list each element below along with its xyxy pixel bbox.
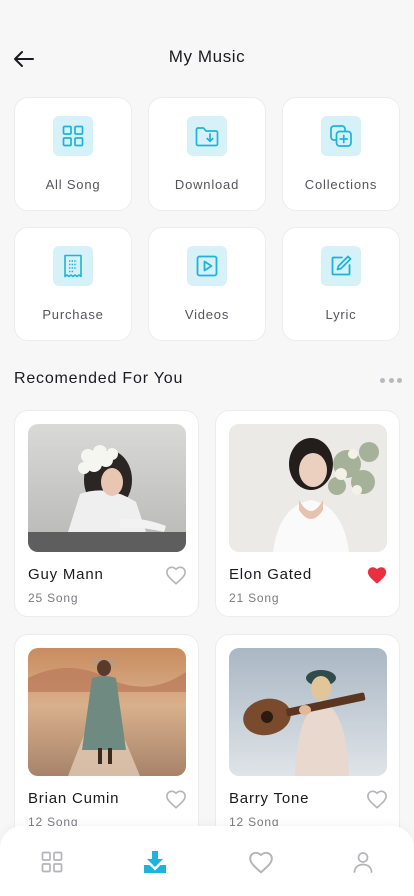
artist-photo bbox=[229, 648, 387, 776]
artist-card[interactable]: Barry Tone 12 Song bbox=[215, 634, 400, 841]
tile-label: Purchase bbox=[42, 307, 104, 322]
heart-filled-icon[interactable] bbox=[366, 565, 388, 585]
heart-outline-icon[interactable] bbox=[165, 789, 187, 809]
song-count: 25 Song bbox=[28, 591, 79, 605]
purchase-tile[interactable]: Purchase bbox=[14, 227, 132, 341]
artist-photo bbox=[229, 424, 387, 552]
folder-download-icon bbox=[195, 127, 219, 147]
grid-icon bbox=[62, 125, 84, 147]
collection-add-icon bbox=[330, 125, 352, 147]
play-icon bbox=[196, 255, 218, 277]
all-song-tile[interactable]: All Song bbox=[14, 97, 132, 211]
song-count: 21 Song bbox=[229, 591, 280, 605]
heart-outline-icon[interactable] bbox=[165, 565, 187, 585]
heart-icon bbox=[249, 851, 273, 874]
page-title: My Music bbox=[168, 47, 246, 66]
tab-downloads[interactable] bbox=[141, 848, 169, 876]
bottom-tab-bar bbox=[0, 826, 414, 896]
heart-outline-icon[interactable] bbox=[366, 789, 388, 809]
receipt-icon bbox=[64, 254, 82, 278]
tile-label: Lyric bbox=[325, 307, 357, 322]
library-grid: All Song Download Collections Purchase V… bbox=[14, 97, 400, 341]
artist-photo bbox=[28, 424, 186, 552]
recommended-list: Guy Mann 25 Song Elon Gated 21 Song Bria… bbox=[14, 410, 400, 841]
artist-name: Brian Cumin bbox=[28, 790, 120, 807]
tile-label: All Song bbox=[45, 177, 101, 192]
recommended-header: Recomended For You bbox=[14, 370, 402, 392]
user-icon bbox=[353, 852, 373, 873]
section-title: Recomended For You bbox=[14, 370, 184, 387]
tile-label: Download bbox=[174, 177, 240, 192]
tile-label: Collections bbox=[304, 177, 378, 192]
collections-tile[interactable]: Collections bbox=[282, 97, 400, 211]
videos-tile[interactable]: Videos bbox=[148, 227, 266, 341]
artist-card[interactable]: Brian Cumin 12 Song bbox=[14, 634, 199, 841]
grid-icon bbox=[41, 851, 63, 873]
edit-icon bbox=[331, 255, 352, 276]
lyric-tile[interactable]: Lyric bbox=[282, 227, 400, 341]
more-dots-icon[interactable] bbox=[380, 372, 402, 388]
download-icon bbox=[144, 851, 166, 873]
artist-card[interactable]: Elon Gated 21 Song bbox=[215, 410, 400, 617]
tab-home[interactable] bbox=[38, 848, 66, 876]
header: My Music bbox=[0, 38, 414, 78]
artist-name: Barry Tone bbox=[229, 790, 310, 807]
artist-card[interactable]: Guy Mann 25 Song bbox=[14, 410, 199, 617]
artist-name: Guy Mann bbox=[28, 566, 104, 583]
tab-favorites[interactable] bbox=[247, 848, 275, 876]
artist-name: Elon Gated bbox=[229, 566, 313, 583]
artist-photo bbox=[28, 648, 186, 776]
tile-label: Videos bbox=[184, 307, 230, 322]
download-tile[interactable]: Download bbox=[148, 97, 266, 211]
tab-profile[interactable] bbox=[349, 848, 377, 876]
